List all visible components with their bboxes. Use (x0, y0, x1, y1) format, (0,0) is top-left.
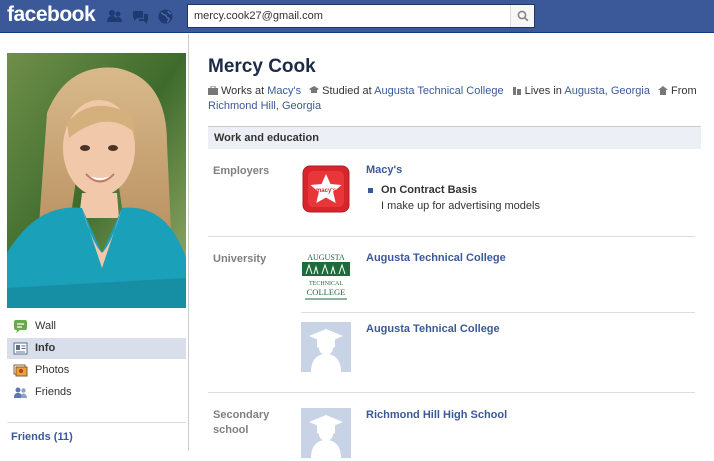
profile-picture[interactable] (7, 53, 186, 308)
svg-text:macy's: macy's (316, 188, 337, 194)
employer-name[interactable]: Macy's (366, 164, 402, 176)
university-label: University (213, 253, 267, 265)
home-icon (657, 85, 668, 95)
university-name-2[interactable]: Augusta Tehnical College (366, 323, 500, 335)
top-bar: facebook (0, 0, 714, 33)
augusta-technical-logo[interactable]: AUGUSTA TECHNICAL COLLEGE (301, 252, 351, 302)
main-column: Mercy Cook Works at Macy's Studied at Aug… (188, 34, 714, 458)
augusta-logo-line-1: AUGUSTA (307, 253, 345, 262)
section-header-work-education: Work and education (208, 126, 701, 149)
bullet-icon (368, 188, 373, 193)
left-column: Wall Info Photos Friends Friends (11) (0, 34, 187, 451)
facebook-logo[interactable]: facebook (7, 3, 96, 27)
search-icon (517, 10, 529, 22)
search-button[interactable] (510, 5, 534, 27)
nav-photos[interactable]: Photos (7, 360, 186, 381)
friend-requests-icon[interactable] (106, 8, 123, 25)
messages-icon[interactable] (132, 8, 149, 25)
info-icon (13, 341, 28, 356)
from-link[interactable]: Richmond Hill, Georgia (208, 100, 321, 112)
divider (208, 236, 695, 237)
search-box (187, 4, 535, 28)
university-name-1[interactable]: Augusta Technical College (366, 252, 506, 264)
divider (301, 312, 695, 313)
friends-count-link[interactable]: Friends (11) (11, 431, 73, 443)
graduation-cap-icon (309, 85, 320, 94)
profile-nav: Wall Info Photos Friends (7, 316, 186, 404)
divider (208, 392, 695, 393)
search-input[interactable] (188, 5, 508, 27)
divider (7, 422, 186, 423)
secondary-school-label: Secondary school (213, 409, 270, 436)
profile-summary: Works at Macy's Studied at Augusta Techni… (208, 85, 697, 112)
nav-friends[interactable]: Friends (7, 382, 186, 403)
nav-info[interactable]: Info (7, 338, 186, 359)
nav-wall[interactable]: Wall (7, 316, 186, 337)
notifications-globe-icon[interactable] (157, 8, 174, 25)
photos-icon (13, 363, 28, 378)
works-at-link[interactable]: Macy's (267, 85, 301, 97)
school-placeholder-icon[interactable] (301, 322, 351, 372)
friends-icon (13, 385, 28, 400)
profile-name: Mercy Cook (208, 56, 316, 77)
studied-at-link[interactable]: Augusta Technical College (374, 85, 503, 97)
lives-in-link[interactable]: Augusta, Georgia (564, 85, 650, 97)
secondary-school-name[interactable]: Richmond Hill High School (366, 409, 507, 421)
augusta-logo-line-3: COLLEGE (307, 287, 346, 297)
wall-icon (13, 319, 28, 334)
briefcase-icon (208, 85, 218, 95)
employers-label: Employers (213, 165, 270, 177)
macys-logo[interactable]: macy's (301, 164, 351, 214)
lives-in-icon (512, 85, 522, 95)
